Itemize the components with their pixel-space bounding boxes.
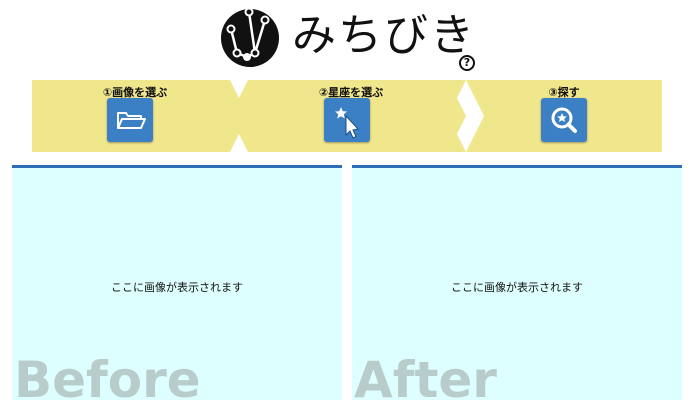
step-select-image: ①画像を選ぶ [32,80,238,152]
before-placeholder-text: ここに画像が表示されます [111,281,243,294]
star-cursor-icon [335,107,359,139]
after-placeholder-text: ここに画像が表示されます [451,281,583,294]
help-icon[interactable]: ? [459,55,475,71]
folder-open-icon [117,112,146,129]
after-panel: ここに画像が表示されます After [352,165,682,400]
before-watermark: Before [14,351,201,400]
star-search-icon [551,107,577,133]
after-watermark: After [354,351,497,400]
constellation-logo-icon [221,7,279,67]
before-panel: ここに画像が表示されます Before [12,165,342,400]
select-image-button[interactable] [107,98,153,142]
select-constellation-button[interactable] [324,98,370,142]
step-select-constellation: ②星座を選ぶ [248,80,454,152]
app-title: みちびき [292,10,476,61]
step-search: ③探す [466,80,662,152]
search-button[interactable] [541,98,587,142]
app-header: みちびき ? [0,0,700,78]
step-bar: ①画像を選ぶ ②星座を選ぶ ③探す [0,80,700,152]
